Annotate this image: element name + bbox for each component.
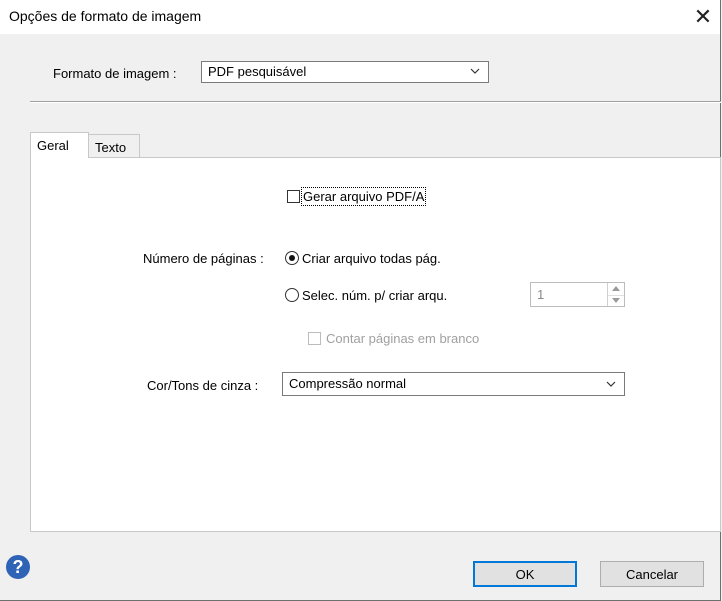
- image-format-options-dialog: Opções de formato de imagem ✕ Formato de…: [0, 0, 721, 601]
- dialog-title: Opções de formato de imagem: [9, 8, 202, 24]
- radio-selected-dot: [289, 255, 295, 261]
- help-icon[interactable]: ?: [6, 555, 30, 579]
- pages-label: Número de páginas :: [143, 251, 264, 266]
- arrow-up-icon: [612, 286, 620, 292]
- pages-count-spinner[interactable]: 1: [530, 282, 625, 307]
- tab-texto[interactable]: Texto: [88, 134, 140, 157]
- color-compression-select[interactable]: Compressão normal: [282, 372, 625, 396]
- spinner-buttons: [607, 283, 624, 306]
- cancel-button[interactable]: Cancelar: [600, 561, 704, 587]
- image-format-value: PDF pesquisável: [208, 64, 307, 79]
- pdfa-checkbox[interactable]: [287, 190, 300, 203]
- spinner-down-icon[interactable]: [608, 295, 624, 307]
- radio-all-pages-label[interactable]: Criar arquivo todas pág.: [302, 251, 441, 266]
- color-label: Cor/Tons de cinza :: [147, 378, 259, 393]
- separator: [30, 101, 721, 103]
- image-format-label: Formato de imagem :: [53, 66, 177, 81]
- ok-button[interactable]: OK: [473, 561, 577, 587]
- tab-texto-label: Texto: [95, 140, 127, 155]
- image-format-select[interactable]: PDF pesquisável: [201, 61, 489, 83]
- close-icon[interactable]: ✕: [690, 4, 716, 30]
- blank-pages-checkbox[interactable]: [308, 332, 321, 345]
- arrow-down-icon: [612, 297, 620, 303]
- title-bar: Opções de formato de imagem ✕: [0, 0, 720, 34]
- radio-select-pages-label[interactable]: Selec. núm. p/ criar arqu.: [302, 288, 447, 303]
- radio-all-pages[interactable]: [285, 251, 299, 265]
- radio-select-pages[interactable]: [285, 288, 299, 302]
- chevron-down-icon: [470, 68, 480, 74]
- color-compression-value: Compressão normal: [289, 376, 407, 391]
- pdfa-checkbox-label[interactable]: Gerar arquivo PDF/A: [300, 187, 427, 206]
- pages-count-value: 1: [537, 287, 545, 302]
- tab-geral-label: Geral: [37, 138, 69, 153]
- tab-geral[interactable]: Geral: [30, 132, 89, 158]
- blank-pages-label: Contar páginas em branco: [326, 331, 480, 346]
- chevron-down-icon: [606, 381, 616, 387]
